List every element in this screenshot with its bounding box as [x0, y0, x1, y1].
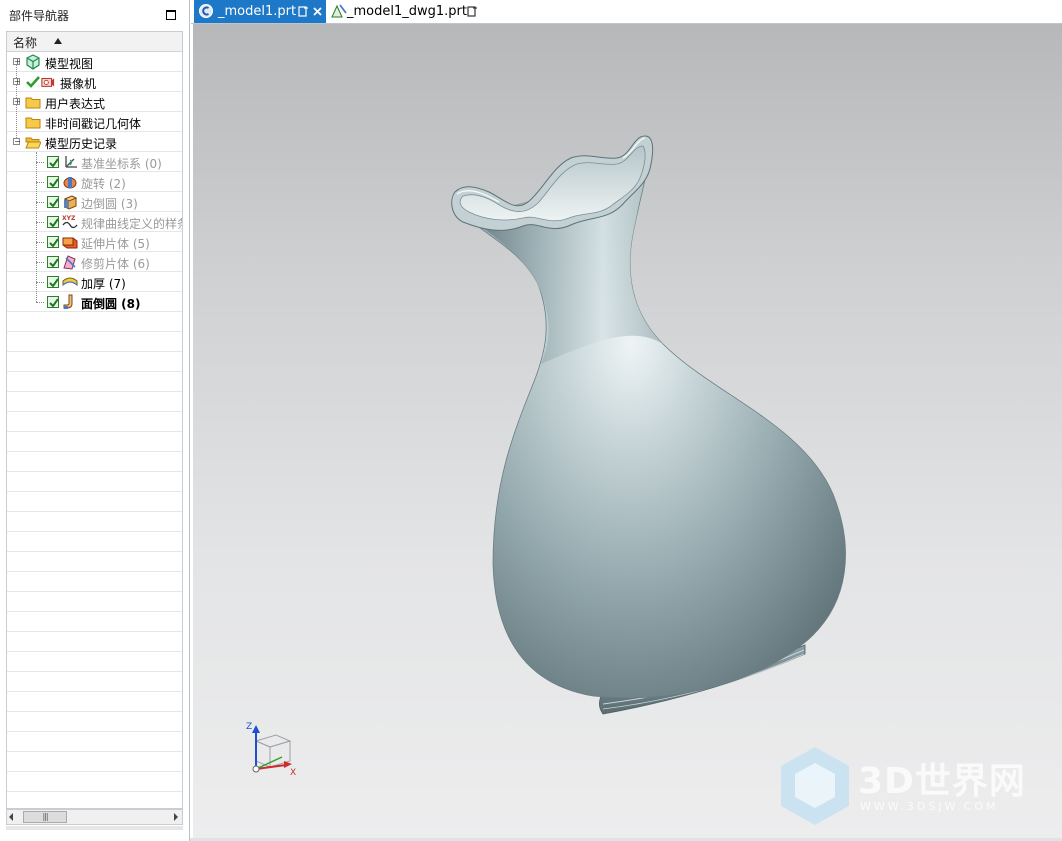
feature-checkbox[interactable]	[47, 216, 59, 228]
tree-node-label: 摄像机	[60, 77, 97, 91]
view-triad-icon[interactable]: Z X	[238, 717, 298, 777]
model-views-icon	[26, 54, 40, 70]
feature-edge-blend[interactable]: 边倒圆 (3)	[7, 192, 182, 212]
collapse-icon[interactable]: −	[13, 138, 21, 146]
tree-node-label: 非时间戳记几何体	[45, 117, 142, 131]
horizontal-scrollbar[interactable]: |||	[6, 809, 183, 825]
tab-label: _model1.prt	[218, 4, 297, 19]
vase-model[interactable]	[193, 24, 1062, 840]
triad-z-label: Z	[246, 722, 252, 732]
part-file-icon	[199, 4, 213, 18]
camera-icon	[41, 77, 55, 87]
feature-checkbox[interactable]	[47, 156, 59, 168]
feature-label: 基准坐标系 (0)	[81, 157, 162, 171]
folder-icon	[25, 117, 41, 129]
feature-extend-sheet[interactable]: 延伸片体 (5)	[7, 232, 182, 252]
part-navigator-panel: 部件导航器 名称 + 模型视图 + 摄像机 + 用户表达式 非时间戳记几何体 −…	[0, 0, 190, 841]
datum-csys-icon	[65, 156, 77, 168]
expand-icon[interactable]: +	[13, 58, 21, 66]
tree-node-model-history[interactable]: − 模型历史记录	[7, 132, 182, 152]
navigator-footer	[6, 826, 183, 830]
document-tab-bar: _model1.prt _model1_dwg1.prt	[191, 0, 1062, 24]
law-curve-icon: XYZ	[62, 215, 78, 229]
sort-ascending-icon	[54, 38, 62, 44]
feature-checkbox[interactable]	[47, 236, 59, 248]
tree-node-label: 模型视图	[45, 57, 94, 71]
feature-checkbox[interactable]	[47, 196, 59, 208]
column-header-name[interactable]: 名称	[7, 32, 182, 52]
feature-label: 面倒圆 (8)	[81, 297, 141, 311]
extend-sheet-icon	[62, 237, 78, 249]
tab-model1-dwg1-prt[interactable]: _model1_dwg1.prt	[327, 0, 477, 23]
expand-icon[interactable]: +	[13, 98, 21, 106]
svg-text:XYZ: XYZ	[62, 215, 76, 222]
trim-sheet-icon	[63, 255, 76, 270]
tree-node-label: 用户表达式	[45, 97, 106, 111]
tree-node-camera[interactable]: + 摄像机	[7, 72, 182, 92]
drawing-file-icon	[331, 4, 347, 18]
tree-node-user-expressions[interactable]: + 用户表达式	[7, 92, 182, 112]
tab-label: _model1_dwg1.prt	[347, 4, 467, 19]
face-blend-icon	[63, 294, 73, 309]
scroll-left-icon[interactable]	[9, 813, 13, 821]
feature-thicken[interactable]: 加厚 (7)	[7, 272, 182, 292]
graphics-viewport[interactable]: Z X	[193, 24, 1062, 840]
tree-node-label: 模型历史记录	[45, 137, 118, 151]
watermark-logo-icon	[781, 747, 849, 825]
modified-file-icon	[467, 6, 477, 17]
feature-checkbox[interactable]	[47, 176, 59, 188]
feature-trim-sheet[interactable]: 修剪片体 (6)	[7, 252, 182, 272]
feature-checkbox[interactable]	[47, 276, 59, 288]
feature-checkbox[interactable]	[47, 256, 59, 268]
feature-label: 延伸片体 (5)	[81, 237, 150, 251]
tab-model1-prt[interactable]: _model1.prt	[194, 0, 326, 23]
scrollbar-thumb[interactable]: |||	[23, 811, 67, 823]
revolve-icon	[63, 177, 77, 189]
column-name-label: 名称	[13, 36, 38, 50]
feature-law-curve-spline[interactable]: XYZ 规律曲线定义的样条	[7, 212, 182, 232]
navigator-header: 部件导航器	[0, 0, 189, 30]
thicken-icon	[62, 277, 78, 287]
folder-open-icon	[25, 137, 41, 149]
expand-icon[interactable]: +	[13, 78, 21, 86]
feature-label: 边倒圆 (3)	[81, 197, 138, 211]
navigator-title: 部件导航器	[9, 9, 70, 23]
folder-icon	[25, 97, 41, 109]
feature-revolve[interactable]: 旋转 (2)	[7, 172, 182, 192]
feature-label: 修剪片体 (6)	[81, 257, 150, 271]
scroll-right-icon[interactable]	[174, 813, 178, 821]
checkmark-icon	[26, 76, 40, 88]
maximize-icon[interactable]	[166, 10, 176, 20]
feature-datum-csys[interactable]: 基准坐标系 (0)	[7, 152, 182, 172]
modified-file-icon	[298, 6, 308, 17]
close-icon[interactable]	[313, 7, 322, 16]
watermark-text: 3D世界网	[858, 761, 1026, 802]
tree-node-model-views[interactable]: + 模型视图	[7, 52, 182, 72]
feature-label: 旋转 (2)	[81, 177, 126, 191]
watermark-subtext: WWW.3DSJW.COM	[860, 800, 999, 813]
triad-x-label: X	[290, 768, 296, 777]
feature-label: 规律曲线定义的样条	[81, 217, 183, 231]
feature-face-blend[interactable]: 面倒圆 (8)	[7, 292, 182, 312]
navigator-tree[interactable]: 名称 + 模型视图 + 摄像机 + 用户表达式 非时间戳记几何体 − 模型历史记…	[6, 31, 183, 809]
feature-label: 加厚 (7)	[81, 277, 126, 291]
edge-blend-icon	[63, 195, 78, 210]
tree-node-timeless-geometry[interactable]: 非时间戳记几何体	[7, 112, 182, 132]
feature-checkbox[interactable]	[47, 296, 59, 308]
